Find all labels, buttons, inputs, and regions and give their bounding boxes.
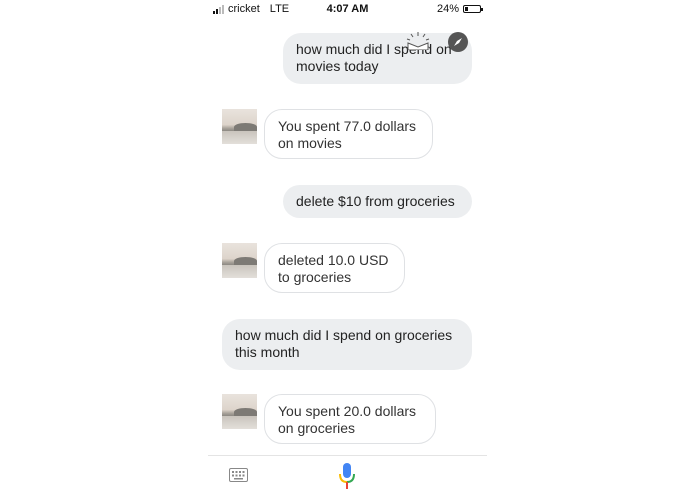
battery-percent: 24% <box>436 3 459 15</box>
keyboard-icon[interactable] <box>229 468 248 482</box>
assistant-message: deleted 10.0 USD to groceries <box>264 243 405 293</box>
user-message: delete $10 from groceries <box>283 185 472 218</box>
phone-screen: cricket LTE 4:07 AM 24% how much did I s… <box>208 0 487 494</box>
assistant-avatar <box>222 109 257 144</box>
compass-icon[interactable] <box>448 32 468 52</box>
battery-icon <box>463 5 483 13</box>
status-bar: cricket LTE 4:07 AM 24% <box>208 0 487 18</box>
sparkle-icon <box>406 32 430 50</box>
message-text: deleted 10.0 USD to groceries <box>278 252 389 285</box>
message-text: You spent 77.0 dollars on movies <box>278 118 417 151</box>
message-text: You spent 20.0 dollars on groceries <box>278 403 417 436</box>
message-text: delete $10 from groceries <box>296 193 455 209</box>
assistant-message: You spent 77.0 dollars on movies <box>264 109 433 159</box>
user-message: how much did I spend on movies today <box>283 33 472 84</box>
status-right: 24% <box>436 3 483 15</box>
battery-fill <box>465 7 469 11</box>
compass-needle <box>454 38 462 46</box>
user-message: how much did I spend on groceries this m… <box>222 319 472 370</box>
assistant-message: You spent 20.0 dollars on groceries <box>264 394 436 444</box>
assistant-avatar <box>222 243 257 278</box>
assistant-avatar <box>222 394 257 429</box>
input-bar <box>208 455 487 495</box>
mic-icon[interactable] <box>338 462 356 490</box>
message-text: how much did I spend on groceries this m… <box>235 327 453 360</box>
